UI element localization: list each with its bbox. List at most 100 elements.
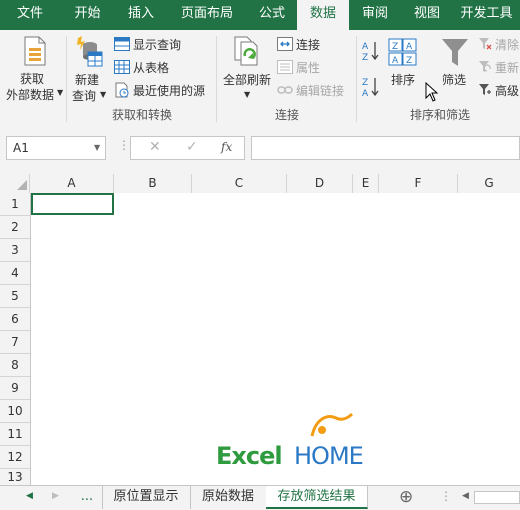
select-all-triangle-icon bbox=[17, 180, 27, 190]
chevron-down-icon: ▼ bbox=[100, 90, 107, 99]
row-header[interactable]: 5 bbox=[0, 285, 30, 308]
logo-text-excel: Excel bbox=[216, 442, 283, 470]
logo-text-home: HOME bbox=[294, 442, 364, 470]
scroll-right-icon[interactable]: ▶ bbox=[52, 491, 59, 501]
table-icon bbox=[114, 37, 130, 51]
column-header-c[interactable]: C bbox=[192, 174, 287, 193]
row-header[interactable]: 13 bbox=[0, 469, 30, 485]
row-header[interactable]: 7 bbox=[0, 331, 30, 354]
reapply-button[interactable]: 重新 bbox=[478, 59, 520, 77]
connections-icon bbox=[277, 37, 293, 51]
name-box[interactable]: A1 ▼ bbox=[6, 136, 106, 160]
sort-ascending-button[interactable]: A Z bbox=[362, 40, 380, 63]
filter-button[interactable]: 筛选 bbox=[437, 34, 473, 94]
reapply-icon bbox=[479, 61, 491, 72]
cancel-icon[interactable]: ✕ bbox=[149, 139, 161, 155]
svg-text:Z: Z bbox=[392, 42, 398, 52]
svg-text:A: A bbox=[362, 89, 369, 98]
tab-file[interactable]: 文件 bbox=[0, 0, 60, 30]
sort-az-icon: A Z bbox=[362, 42, 379, 63]
row-header[interactable]: 1 bbox=[0, 193, 30, 216]
connections-button[interactable]: 连接 bbox=[277, 36, 352, 54]
reapply-label: 重新 bbox=[495, 61, 520, 75]
svg-text:A: A bbox=[362, 42, 369, 52]
sheet-tab[interactable]: 原始数据 bbox=[190, 486, 267, 509]
tab-page-layout[interactable]: 页面布局 bbox=[167, 0, 247, 30]
get-external-data-button[interactable]: 获取 外部数据 ▼ bbox=[6, 34, 64, 104]
recent-sources-button[interactable]: 最近使用的源 bbox=[114, 82, 214, 100]
recent-sources-icon bbox=[115, 82, 129, 98]
group-label-sort-filter: 排序和筛选 bbox=[409, 108, 470, 122]
new-query-label-2: 查询 bbox=[72, 89, 97, 103]
refresh-icon bbox=[234, 36, 258, 66]
sort-button[interactable]: Z A A Z 排序 bbox=[384, 34, 422, 94]
add-sheet-icon[interactable]: ⊕ bbox=[399, 487, 413, 507]
excelhome-logo: Excel HOME bbox=[214, 412, 370, 472]
connections-label: 连接 bbox=[296, 38, 321, 52]
formula-input[interactable] bbox=[251, 136, 520, 160]
link-icon bbox=[277, 86, 293, 94]
column-header-b[interactable]: B bbox=[114, 174, 192, 193]
row-header[interactable]: 11 bbox=[0, 423, 30, 446]
new-query-button[interactable]: 新建 查询 ▼ bbox=[70, 34, 110, 104]
tab-insert[interactable]: 插入 bbox=[115, 0, 167, 30]
row-header[interactable]: 10 bbox=[0, 400, 30, 423]
hscroll-left-icon[interactable]: ◀ bbox=[462, 491, 469, 501]
group-separator bbox=[356, 36, 357, 122]
scroll-left-icon[interactable]: ◀ bbox=[26, 491, 33, 501]
sheet-tab-active[interactable]: 存放筛选结果 bbox=[266, 486, 368, 509]
insert-function-button[interactable]: fx bbox=[221, 140, 232, 154]
column-header-f[interactable]: F bbox=[379, 174, 458, 193]
row-header[interactable]: 6 bbox=[0, 308, 30, 331]
select-all-corner[interactable] bbox=[0, 174, 30, 193]
column-headers: A B C D E F G bbox=[0, 174, 520, 194]
sort-descending-button[interactable]: Z A bbox=[362, 76, 380, 99]
row-header[interactable]: 4 bbox=[0, 262, 30, 285]
confirm-icon[interactable]: ✓ bbox=[186, 139, 198, 155]
formula-bar-splitter[interactable]: ⋮ bbox=[118, 138, 130, 152]
logo-swoosh-icon bbox=[310, 412, 354, 437]
horizontal-scrollbar[interactable] bbox=[474, 491, 520, 504]
ribbon-tab-bar: 文件 开始 插入 页面布局 公式 数据 审阅 视图 开发工具 bbox=[0, 0, 520, 30]
tab-data[interactable]: 数据 bbox=[297, 0, 349, 30]
edit-links-button[interactable]: 编辑链接 bbox=[277, 82, 352, 100]
show-queries-button[interactable]: 显示查询 bbox=[114, 36, 214, 54]
advanced-label: 高级 bbox=[495, 84, 520, 98]
tab-developer[interactable]: 开发工具 bbox=[453, 0, 520, 30]
sheet-tab-more[interactable]: ... bbox=[72, 486, 103, 509]
tab-formulas[interactable]: 公式 bbox=[247, 0, 297, 30]
row-header[interactable]: 2 bbox=[0, 216, 30, 239]
advanced-filter-icon bbox=[479, 84, 491, 95]
refresh-all-button[interactable]: 全部刷新 ▼ bbox=[220, 34, 274, 104]
from-table-button[interactable]: 从表格 bbox=[114, 59, 214, 77]
tab-view[interactable]: 视图 bbox=[401, 0, 453, 30]
tab-home[interactable]: 开始 bbox=[60, 0, 115, 30]
get-data-label-2: 外部数据 bbox=[6, 88, 55, 102]
chevron-down-icon: ▼ bbox=[57, 88, 64, 97]
group-label-connections: 连接 bbox=[274, 108, 299, 122]
advanced-filter-button[interactable]: 高级 bbox=[478, 82, 520, 100]
clear-filter-button[interactable]: 清除 bbox=[478, 36, 520, 54]
sort-dialog-icon: Z A A Z bbox=[388, 38, 417, 66]
sheet-tab[interactable]: 原位置显示 bbox=[102, 486, 191, 509]
svg-text:A: A bbox=[406, 42, 413, 52]
properties-button[interactable]: 属性 bbox=[277, 59, 352, 77]
active-cell-a1[interactable] bbox=[31, 193, 114, 215]
column-header-a[interactable]: A bbox=[30, 174, 114, 193]
row-header[interactable]: 8 bbox=[0, 354, 30, 377]
show-queries-label: 显示查询 bbox=[133, 38, 182, 52]
row-header[interactable]: 9 bbox=[0, 377, 30, 400]
document-data-icon bbox=[24, 36, 46, 66]
ribbon-data: 获取 外部数据 ▼ 新建 查询 ▼ 显示查询 从表格 最近使用的源 获取和转换 … bbox=[0, 30, 520, 125]
column-header-e[interactable]: E bbox=[353, 174, 379, 193]
row-headers: 1 2 3 4 5 6 7 8 9 10 11 12 13 bbox=[0, 193, 31, 485]
column-header-d[interactable]: D bbox=[287, 174, 353, 193]
scrollbar-splitter-icon[interactable]: ⋮ bbox=[440, 489, 452, 503]
column-header-g[interactable]: G bbox=[458, 174, 520, 193]
properties-label: 属性 bbox=[296, 61, 321, 75]
group-label-get-transform: 获取和转换 bbox=[111, 108, 172, 122]
row-header[interactable]: 12 bbox=[0, 446, 30, 469]
tab-review[interactable]: 审阅 bbox=[349, 0, 401, 30]
row-header[interactable]: 3 bbox=[0, 239, 30, 262]
svg-text:Z: Z bbox=[406, 56, 412, 66]
